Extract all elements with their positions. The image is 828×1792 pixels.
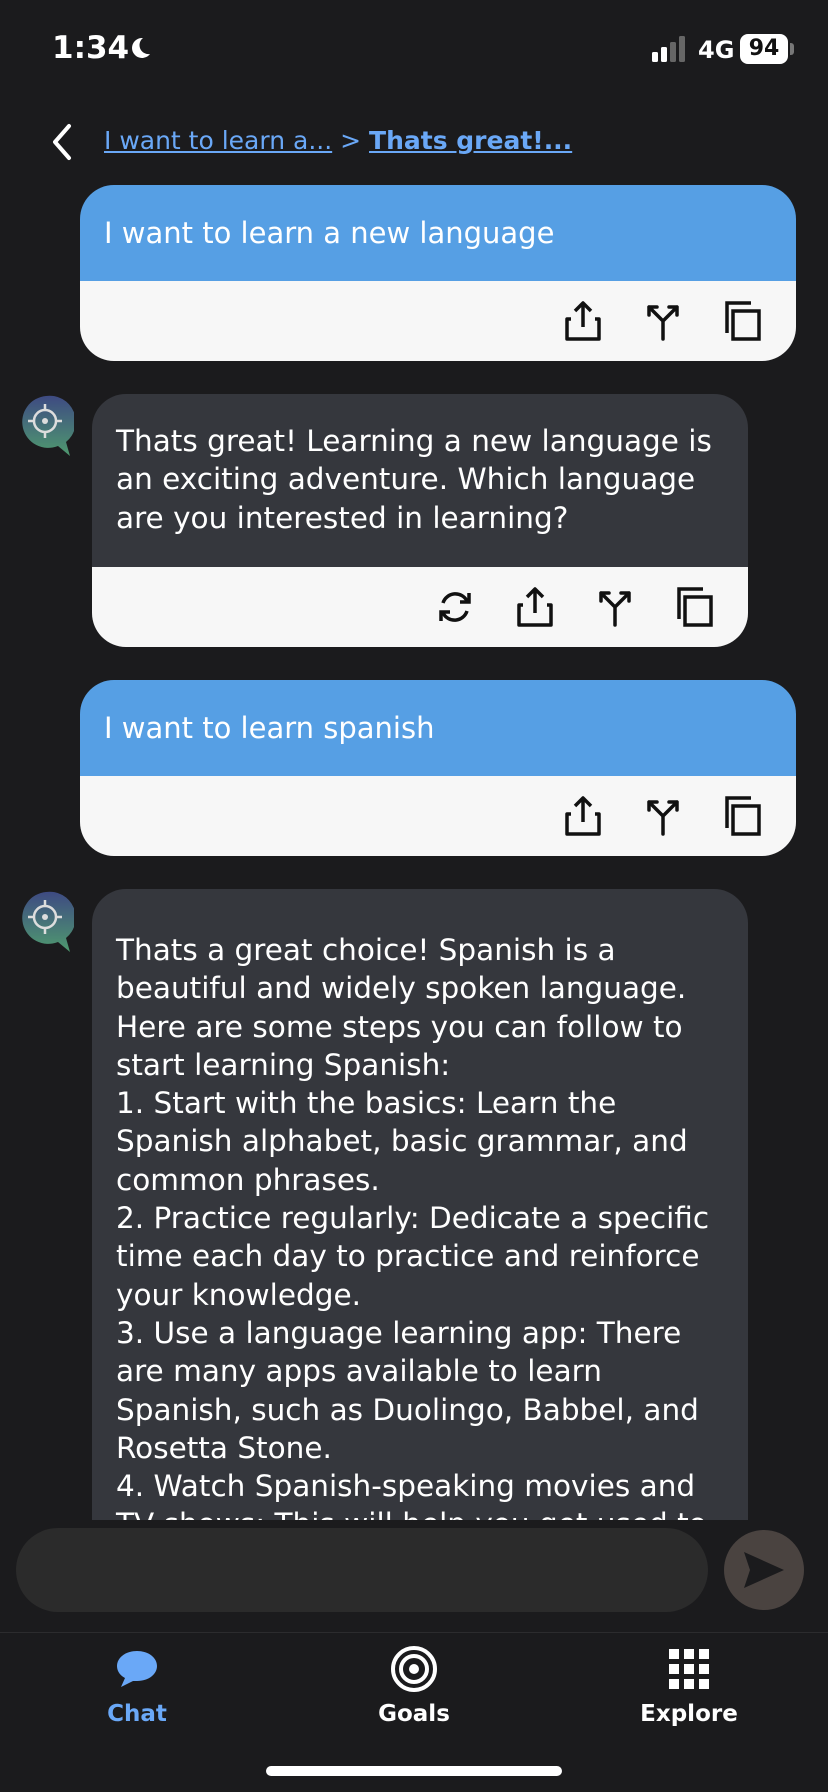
message-actions bbox=[80, 281, 796, 361]
message-input[interactable] bbox=[16, 1528, 708, 1612]
chat-scroll-area[interactable]: I want to learn a new language Thats gre… bbox=[0, 0, 828, 1520]
message-list-item: 3. Use a language learning app: There ar… bbox=[116, 1315, 699, 1465]
tab-explore[interactable]: Explore bbox=[609, 1645, 769, 1727]
send-button[interactable] bbox=[724, 1530, 804, 1610]
branch-button[interactable] bbox=[588, 580, 642, 634]
copy-button[interactable] bbox=[716, 789, 770, 843]
message-actions bbox=[92, 566, 748, 647]
tab-label: Explore bbox=[640, 1701, 738, 1727]
message-list-item: 2. Practice regularly: Dedicate a specif… bbox=[116, 1201, 710, 1312]
message-text: I want to learn a new language bbox=[80, 185, 796, 281]
home-indicator bbox=[266, 1766, 562, 1776]
share-icon bbox=[565, 796, 601, 836]
branch-icon bbox=[599, 591, 631, 627]
chat-bubble-icon bbox=[117, 1651, 157, 1687]
tab-label: Chat bbox=[107, 1701, 167, 1727]
share-button[interactable] bbox=[556, 294, 610, 348]
tab-goals[interactable]: Goals bbox=[334, 1645, 494, 1727]
share-icon bbox=[517, 587, 553, 627]
user-message: I want to learn a new language bbox=[80, 185, 796, 361]
share-icon bbox=[565, 301, 601, 341]
copy-button[interactable] bbox=[716, 294, 770, 348]
branch-button[interactable] bbox=[636, 294, 690, 348]
branch-button[interactable] bbox=[636, 789, 690, 843]
tab-chat[interactable]: Chat bbox=[57, 1645, 217, 1727]
copy-button[interactable] bbox=[668, 580, 722, 634]
assistant-message: Thats great! Learning a new language is … bbox=[92, 394, 748, 647]
message-paragraph: Thats a great choice! Spanish is a beaut… bbox=[116, 933, 687, 1082]
branch-icon bbox=[647, 305, 679, 341]
message-actions bbox=[80, 776, 796, 856]
message-list-item: 1. Start with the basics: Learn the Span… bbox=[116, 1086, 688, 1197]
branch-icon bbox=[647, 800, 679, 836]
message-list-item: 4. Watch Spanish-speaking movies and TV … bbox=[116, 1469, 707, 1520]
message-text: I want to learn spanish bbox=[80, 680, 796, 776]
share-button[interactable] bbox=[508, 580, 562, 634]
assistant-message: Thats a great choice! Spanish is a beaut… bbox=[92, 889, 748, 1520]
target-icon bbox=[391, 1646, 437, 1692]
tab-label: Goals bbox=[378, 1701, 450, 1727]
user-message: I want to learn spanish bbox=[80, 680, 796, 856]
assistant-avatar-icon bbox=[22, 891, 74, 952]
send-icon bbox=[744, 1552, 784, 1588]
message-text: Thats a great choice! Spanish is a beaut… bbox=[92, 889, 748, 1520]
message-text: Thats great! Learning a new language is … bbox=[92, 394, 748, 567]
regenerate-button[interactable] bbox=[428, 580, 482, 634]
copy-icon bbox=[725, 796, 761, 836]
assistant-avatar-icon bbox=[22, 395, 74, 456]
copy-icon bbox=[725, 301, 761, 341]
grid-icon bbox=[669, 1649, 709, 1689]
refresh-icon bbox=[439, 592, 471, 622]
share-button[interactable] bbox=[556, 789, 610, 843]
copy-icon bbox=[677, 587, 713, 627]
